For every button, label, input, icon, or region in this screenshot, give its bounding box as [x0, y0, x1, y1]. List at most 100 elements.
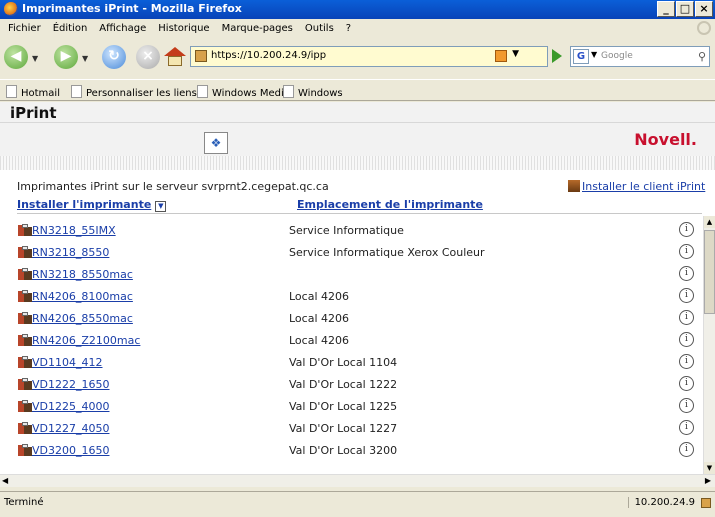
page-icon [71, 85, 82, 98]
printer-row: RN3218_55IMX Service Informatique i [0, 220, 700, 242]
server-info: Imprimantes iPrint sur le serveur svrprn… [17, 180, 329, 193]
info-icon[interactable]: i [679, 222, 694, 237]
printer-name-link[interactable]: RN4206_8550mac [32, 312, 133, 325]
info-icon[interactable]: i [679, 376, 694, 391]
throbber-icon [697, 21, 711, 35]
security-lock-icon[interactable] [701, 498, 711, 508]
search-icon[interactable]: ⚲ [698, 50, 706, 63]
bookmark-hotmail[interactable]: Hotmail [6, 85, 60, 99]
sort-icon[interactable]: ▼ [155, 201, 167, 212]
close-button[interactable]: × [695, 1, 713, 17]
bookmark-personnaliser-liens[interactable]: Personnaliser les liens [71, 85, 197, 99]
printer-location: Local 4206 [289, 334, 350, 347]
printer-name-link[interactable]: RN4206_Z2100mac [32, 334, 140, 347]
printer-name-link[interactable]: VD1104_412 [32, 356, 103, 369]
scroll-down-icon[interactable]: ▼ [704, 462, 715, 474]
info-icon[interactable]: i [679, 310, 694, 325]
window-controls: _ □ × [657, 1, 713, 17]
info-icon[interactable]: i [679, 266, 694, 281]
info-icon[interactable]: i [679, 354, 694, 369]
printer-icon[interactable] [18, 334, 32, 346]
google-icon[interactable]: G [573, 49, 589, 64]
menu-affichage[interactable]: Affichage [93, 23, 152, 34]
info-icon[interactable]: i [679, 288, 694, 303]
printer-name-link[interactable]: RN3218_55IMX [32, 224, 116, 237]
info-icon[interactable]: i [679, 244, 694, 259]
back-button[interactable]: ◀ [4, 45, 28, 69]
info-icon[interactable]: i [679, 420, 694, 435]
scroll-left-icon[interactable]: ◀ [2, 476, 8, 485]
printer-row: VD1227_4050 Val D'Or Local 1227 i [0, 418, 700, 440]
address-input[interactable]: https://10.200.24.9/ipp [211, 50, 326, 61]
scroll-up-icon[interactable]: ▲ [704, 216, 715, 228]
forward-history-dropdown-icon[interactable]: ▼ [82, 54, 88, 63]
page-icon [283, 85, 294, 98]
column-header-location[interactable]: Emplacement de l'imprimante [297, 198, 483, 211]
page-icon [6, 85, 17, 98]
stop-button[interactable]: × [136, 45, 160, 69]
printer-icon[interactable] [18, 378, 32, 390]
printer-row: RN4206_8550mac Local 4206 i [0, 308, 700, 330]
site-identity-icon[interactable] [195, 50, 207, 62]
install-client-link[interactable]: Installer le client iPrint [568, 180, 705, 193]
printer-icon[interactable] [18, 444, 32, 456]
menu-marque-pages[interactable]: Marque-pages [216, 23, 299, 34]
printer-icon[interactable] [18, 268, 32, 280]
printer-icon[interactable] [18, 400, 32, 412]
search-bar[interactable]: G ▼ Google ⚲ [570, 46, 710, 67]
minimize-button[interactable]: _ [657, 1, 675, 17]
bookmark-windows-media[interactable]: Windows Media [197, 85, 290, 99]
printer-icon[interactable] [18, 246, 32, 258]
page-content: iPrint ❖ Novell. Imprimantes iPrint sur … [0, 102, 715, 487]
reload-button[interactable]: ↻ [102, 45, 126, 69]
printer-location: Service Informatique [289, 224, 404, 237]
printer-name-link[interactable]: RN4206_8100mac [32, 290, 133, 303]
printer-icon[interactable] [18, 356, 32, 368]
rss-icon[interactable] [495, 50, 507, 62]
horizontal-scrollbar[interactable]: ◀ ▶ [0, 474, 715, 487]
printer-location: Val D'Or Local 3200 [289, 444, 398, 457]
address-bar[interactable]: https://10.200.24.9/ipp ▼ [190, 46, 548, 67]
printer-row: VD3200_1650 Val D'Or Local 3200 i [0, 440, 700, 462]
menu-edition[interactable]: Édition [47, 23, 94, 34]
search-engine-dropdown-icon[interactable]: ▼ [591, 50, 597, 59]
printer-name-link[interactable]: VD3200_1650 [32, 444, 109, 457]
printer-name-link[interactable]: VD1225_4000 [32, 400, 109, 413]
printer-icon[interactable] [18, 290, 32, 302]
go-button[interactable] [552, 49, 562, 63]
back-history-dropdown-icon[interactable]: ▼ [32, 54, 38, 63]
title-bar: Imprimantes iPrint - Mozilla Firefox _ □… [0, 0, 715, 19]
search-input[interactable]: Google [601, 51, 633, 61]
status-text: Terminé [4, 497, 44, 508]
printer-list: RN3218_55IMX Service Informatique i RN3218_… [0, 216, 700, 474]
address-dropdown-icon[interactable]: ▼ [512, 49, 519, 59]
printer-icon[interactable] [18, 422, 32, 434]
status-bar: Terminé 10.200.24.9 [0, 491, 715, 517]
vertical-scrollbar[interactable]: ▲ ▼ [703, 216, 715, 474]
bookmark-windows[interactable]: Windows [283, 85, 343, 99]
printer-name-link[interactable]: VD1227_4050 [32, 422, 109, 435]
printer-icon[interactable] [18, 224, 32, 236]
navigation-toolbar: ◀ ▼ ▶ ▼ ↻ × https://10.200.24.9/ipp ▼ G … [0, 37, 715, 79]
printer-icon[interactable] [18, 312, 32, 324]
info-icon[interactable]: i [679, 398, 694, 413]
forward-button[interactable]: ▶ [54, 45, 78, 69]
column-header-printer[interactable]: Installer l'imprimante ▼ [17, 198, 167, 212]
scroll-thumb[interactable] [704, 230, 715, 314]
menu-fichier[interactable]: Fichier [0, 23, 47, 34]
info-icon[interactable]: i [679, 442, 694, 457]
printer-name-link[interactable]: VD1222_1650 [32, 378, 109, 391]
menu-outils[interactable]: Outils [299, 23, 340, 34]
printer-row: RN4206_8100mac Local 4206 i [0, 286, 700, 308]
maximize-button[interactable]: □ [676, 1, 694, 17]
printer-name-link[interactable]: RN3218_8550mac [32, 268, 133, 281]
printer-location: Val D'Or Local 1104 [289, 356, 398, 369]
bookmarks-toolbar: Hotmail Personnaliser les liens Windows … [0, 79, 715, 101]
scroll-right-icon[interactable]: ▶ [705, 476, 711, 485]
iprint-icon: ❖ [204, 132, 228, 154]
home-button[interactable] [164, 47, 186, 67]
menu-aide[interactable]: ? [340, 23, 357, 34]
printer-name-link[interactable]: RN3218_8550 [32, 246, 109, 259]
info-icon[interactable]: i [679, 332, 694, 347]
menu-historique[interactable]: Historique [152, 23, 215, 34]
